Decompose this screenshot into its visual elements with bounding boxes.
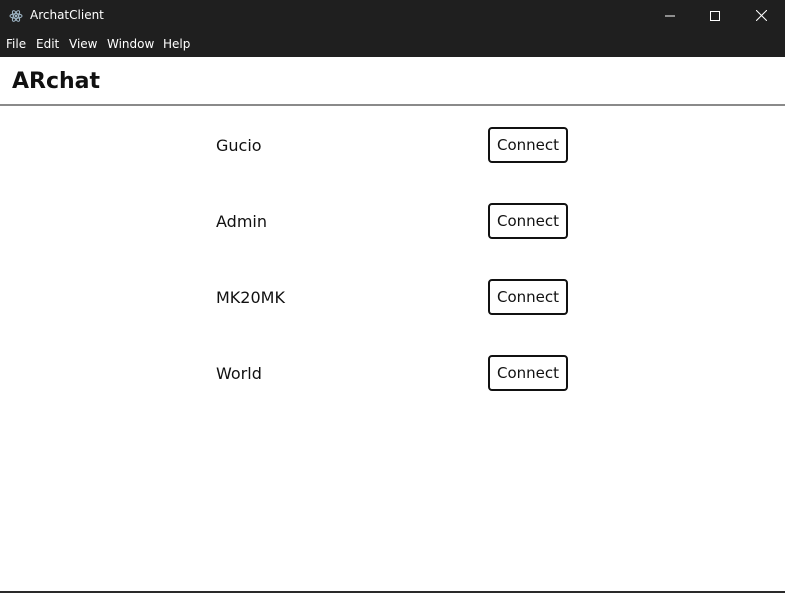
app-window: ArchatClient File Edit View Window Help … — [0, 0, 785, 593]
connect-button[interactable]: Connect — [488, 203, 568, 239]
menu-view[interactable]: View — [69, 37, 97, 51]
menu-file[interactable]: File — [6, 37, 26, 51]
contact-row: World Connect — [0, 355, 785, 391]
menu-edit[interactable]: Edit — [36, 37, 59, 51]
contact-name: Gucio — [216, 136, 262, 155]
contact-row: MK20MK Connect — [0, 279, 785, 315]
minimize-icon — [665, 15, 675, 16]
app-title: ARchat — [12, 69, 101, 94]
contact-name: Admin — [216, 212, 267, 231]
close-button[interactable] — [738, 0, 784, 31]
contact-list: Gucio Connect Admin Connect MK20MK Conne… — [0, 106, 785, 593]
connect-button[interactable]: Connect — [488, 127, 568, 163]
window-title: ArchatClient — [30, 8, 104, 22]
close-icon — [755, 10, 767, 21]
maximize-button[interactable] — [692, 0, 738, 31]
title-bar[interactable]: ArchatClient — [0, 0, 785, 32]
contact-row: Admin Connect — [0, 203, 785, 239]
electron-atom-icon — [9, 10, 23, 22]
minimize-button[interactable] — [647, 0, 693, 31]
connect-button[interactable]: Connect — [488, 279, 568, 315]
app-header: ARchat — [0, 57, 785, 105]
contact-name: World — [216, 364, 262, 383]
contact-row: Gucio Connect — [0, 127, 785, 163]
menu-bar: File Edit View Window Help — [0, 32, 785, 57]
contact-name: MK20MK — [216, 288, 285, 307]
connect-button[interactable]: Connect — [488, 355, 568, 391]
menu-help[interactable]: Help — [163, 37, 190, 51]
maximize-icon — [710, 10, 720, 21]
menu-window[interactable]: Window — [107, 37, 154, 51]
